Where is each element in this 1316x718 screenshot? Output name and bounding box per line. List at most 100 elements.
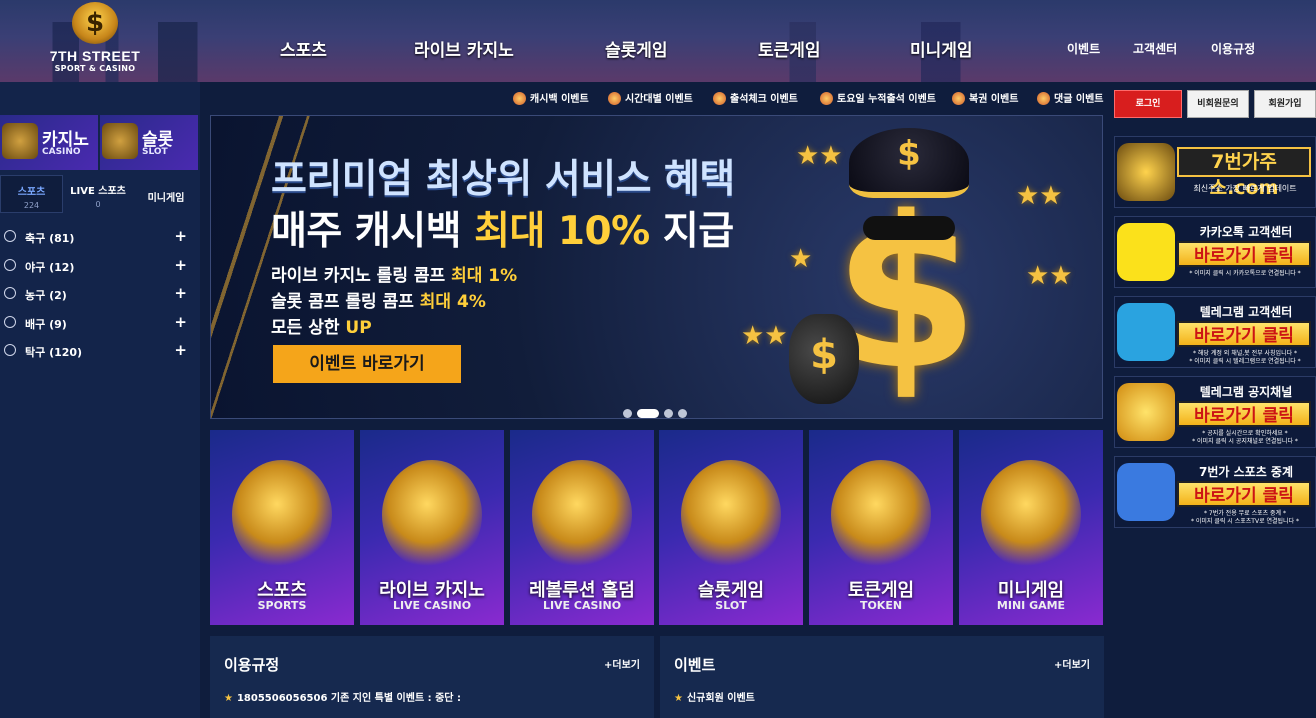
bell-icon (1117, 383, 1175, 441)
sport-item-soccer[interactable]: 축구 (81) + (0, 224, 200, 253)
event-time[interactable]: 시간대별 이벤트 (608, 90, 693, 105)
star-icon: ★★ (796, 141, 843, 171)
game-tile-mini[interactable]: 미니게임 MINI GAME (959, 430, 1103, 625)
promo-title: 7번가 스포츠 중계 (1199, 465, 1293, 479)
banner-l3a: 라이브 카지노 롤링 콤프 (271, 266, 452, 286)
sport-item-baseball[interactable]: 야구 (12) + (0, 253, 200, 282)
slot-777-icon (681, 460, 781, 570)
expand-plus-icon[interactable]: + (174, 284, 187, 302)
board-more-link[interactable]: +더보기 (604, 656, 640, 671)
lottery-icon (952, 92, 965, 105)
guest-inquiry-button[interactable]: 비회원문의 (1187, 90, 1249, 118)
nav-token[interactable]: 토큰게임 (758, 36, 821, 61)
promo-banner[interactable]: 프리미엄 최상위 서비스 혜택 매주 캐시백 최대 10% 지급 라이브 카지노… (210, 115, 1103, 419)
board-item-text: 신규회원 이벤트 (686, 693, 755, 704)
promo-cta: 바로가기 클릭 (1177, 321, 1311, 347)
promo-address[interactable]: 7번가주소.com 최신주소 가장 빠르게 업데이트 (1114, 136, 1316, 208)
board-events: 이벤트 +더보기 ★ 신규회원 이벤트 (660, 636, 1104, 718)
board-item-text: 1805506056506 기존 지인 특별 이벤트 : 중단 : (236, 693, 461, 704)
baseball-icon (4, 258, 16, 271)
event-saturday[interactable]: 토요일 누적출석 이벤트 (820, 90, 936, 105)
sport-label: 농구 (2) (25, 289, 67, 302)
signup-button[interactable]: 회원가입 (1254, 90, 1316, 118)
banner-line-casino: 라이브 카지노 롤링 콤프 최대 1% (271, 261, 517, 286)
nav-slot[interactable]: 슬롯게임 (605, 36, 668, 61)
kakao-talk-icon (1117, 223, 1175, 281)
sport-item-table-tennis[interactable]: 탁구 (120) + (0, 338, 200, 367)
top-link-terms[interactable]: 이용규정 (1211, 40, 1255, 57)
promo-note: * 이미지 클릭 시 카카오톡으로 연결됩니다 * (1189, 270, 1301, 277)
sport-item-basketball[interactable]: 농구 (2) + (0, 281, 200, 310)
star-bullet-icon: ★ (674, 693, 683, 704)
game-sub: SLOT (715, 599, 747, 612)
event-label: 토요일 누적출석 이벤트 (837, 94, 936, 105)
promo-telegram-notice[interactable]: 텔레그램 공지채널 바로가기 클릭 * 공지를 실시간으로 확인하세요 * * … (1114, 376, 1316, 448)
board-more-link[interactable]: +더보기 (1054, 656, 1090, 671)
event-label: 댓글 이벤트 (1054, 94, 1104, 105)
event-attendance[interactable]: 출석체크 이벤트 (713, 90, 798, 105)
nav-sports[interactable]: 스포츠 (280, 36, 327, 61)
soccer-icon (4, 230, 16, 242)
tile-casino-sub: CASINO (42, 147, 81, 157)
game-sub: LIVE CASINO (542, 599, 622, 612)
board-item[interactable]: ★ 신규회원 이벤트 (674, 689, 755, 704)
game-tile-token[interactable]: 토큰게임 TOKEN (809, 430, 953, 625)
slide-indicator (623, 403, 692, 418)
crown-chip-icon (831, 460, 931, 570)
promo-kakao[interactable]: 카카오톡 고객센터 바로가기 클릭 * 이미지 클릭 시 카카오톡으로 연결됩니… (1114, 216, 1316, 288)
game-tile-live-casino[interactable]: 라이브 카지노 LIVE CASINO (360, 430, 504, 625)
logo-subtitle: SPORT & CASINO (54, 64, 136, 73)
promo-note: * 공지를 실시간으로 확인하세요 * * 이미지 클릭 시 공지채널로 연결됩… (1192, 430, 1298, 445)
sports-tabs: 스포츠 224 LIVE 스포츠 0 미니게임 (0, 175, 200, 213)
top-link-support[interactable]: 고객센터 (1133, 40, 1177, 57)
sport-item-volleyball[interactable]: 배구 (9) + (0, 310, 200, 339)
promo-telegram-support[interactable]: 텔레그램 고객센터 바로가기 클릭 * 해당 계정 외 채널,봇 전부 사칭입니… (1114, 296, 1316, 368)
board-title: 이벤트 (674, 656, 716, 674)
tab-live-sports[interactable]: LIVE 스포츠 0 (65, 175, 131, 213)
tab-mini-game[interactable]: 미니게임 (133, 175, 199, 213)
star-icon: ★★ (1016, 181, 1063, 211)
dice-cards-icon (532, 460, 632, 570)
game-sub: MINI GAME (996, 599, 1066, 612)
nav-mini[interactable]: 미니게임 (910, 36, 973, 61)
game-sub: LIVE CASINO (392, 599, 472, 612)
game-tile-holdem[interactable]: 레볼루션 홀덤 LIVE CASINO (510, 430, 654, 625)
ticket-icon (820, 92, 833, 105)
slide-dot[interactable] (678, 409, 687, 418)
tile-casino[interactable]: 카지노 CASINO (0, 115, 98, 170)
tab-mini-label: 미니게임 (147, 193, 185, 204)
tile-slot[interactable]: 슬롯 SLOT (100, 115, 198, 170)
expand-plus-icon[interactable]: + (174, 313, 187, 331)
event-label: 출석체크 이벤트 (730, 94, 798, 105)
banner-l5b: UP (345, 318, 372, 338)
tab-live-label: LIVE 스포츠 (70, 186, 126, 197)
event-lottery[interactable]: 복권 이벤트 (952, 90, 1018, 105)
game-tile-slot[interactable]: 슬롯게임 SLOT (659, 430, 803, 625)
expand-plus-icon[interactable]: + (174, 256, 187, 274)
promo-sports-stream[interactable]: 7번가 스포츠 중계 바로가기 클릭 * 7번가 전용 무료 스포츠 중계 * … (1114, 456, 1316, 528)
expand-plus-icon[interactable]: + (174, 341, 187, 359)
expand-plus-icon[interactable]: + (174, 227, 187, 245)
board-item[interactable]: ★ 1805506056506 기존 지인 특별 이벤트 : 중단 : (224, 689, 461, 704)
star-icon: ★ (789, 244, 813, 274)
login-button[interactable]: 로그인 (1114, 90, 1182, 118)
tab-sports[interactable]: 스포츠 224 (0, 175, 63, 213)
tab-sports-label: 스포츠 (17, 187, 46, 198)
slide-dot[interactable] (664, 409, 673, 418)
event-cashback[interactable]: 캐시백 이벤트 (513, 90, 589, 105)
banner-cta-button[interactable]: 이벤트 바로가기 (273, 345, 461, 383)
top-link-event[interactable]: 이벤트 (1067, 40, 1100, 57)
cashback-icon (513, 92, 526, 105)
event-comment[interactable]: 댓글 이벤트 (1037, 90, 1103, 105)
slide-dot[interactable] (623, 409, 632, 418)
game-tile-sports[interactable]: 스포츠 SPORTS (210, 430, 354, 625)
nav-live-casino[interactable]: 라이브 카지노 (414, 36, 514, 61)
slide-dot-active[interactable] (637, 409, 659, 418)
star-bullet-icon: ★ (224, 693, 233, 704)
banner-headline: 프리미엄 최상위 서비스 혜택 (271, 157, 735, 202)
promo-title: 텔레그램 공지채널 (1199, 385, 1293, 399)
event-label: 캐시백 이벤트 (530, 94, 589, 105)
main-nav: 스포츠 라이브 카지노 슬롯게임 토큰게임 미니게임 (0, 36, 1316, 61)
tile-slot-sub: SLOT (142, 147, 168, 157)
sport-list: 축구 (81) + 야구 (12) + 농구 (2) + 배구 (9) + 탁구… (0, 224, 200, 367)
